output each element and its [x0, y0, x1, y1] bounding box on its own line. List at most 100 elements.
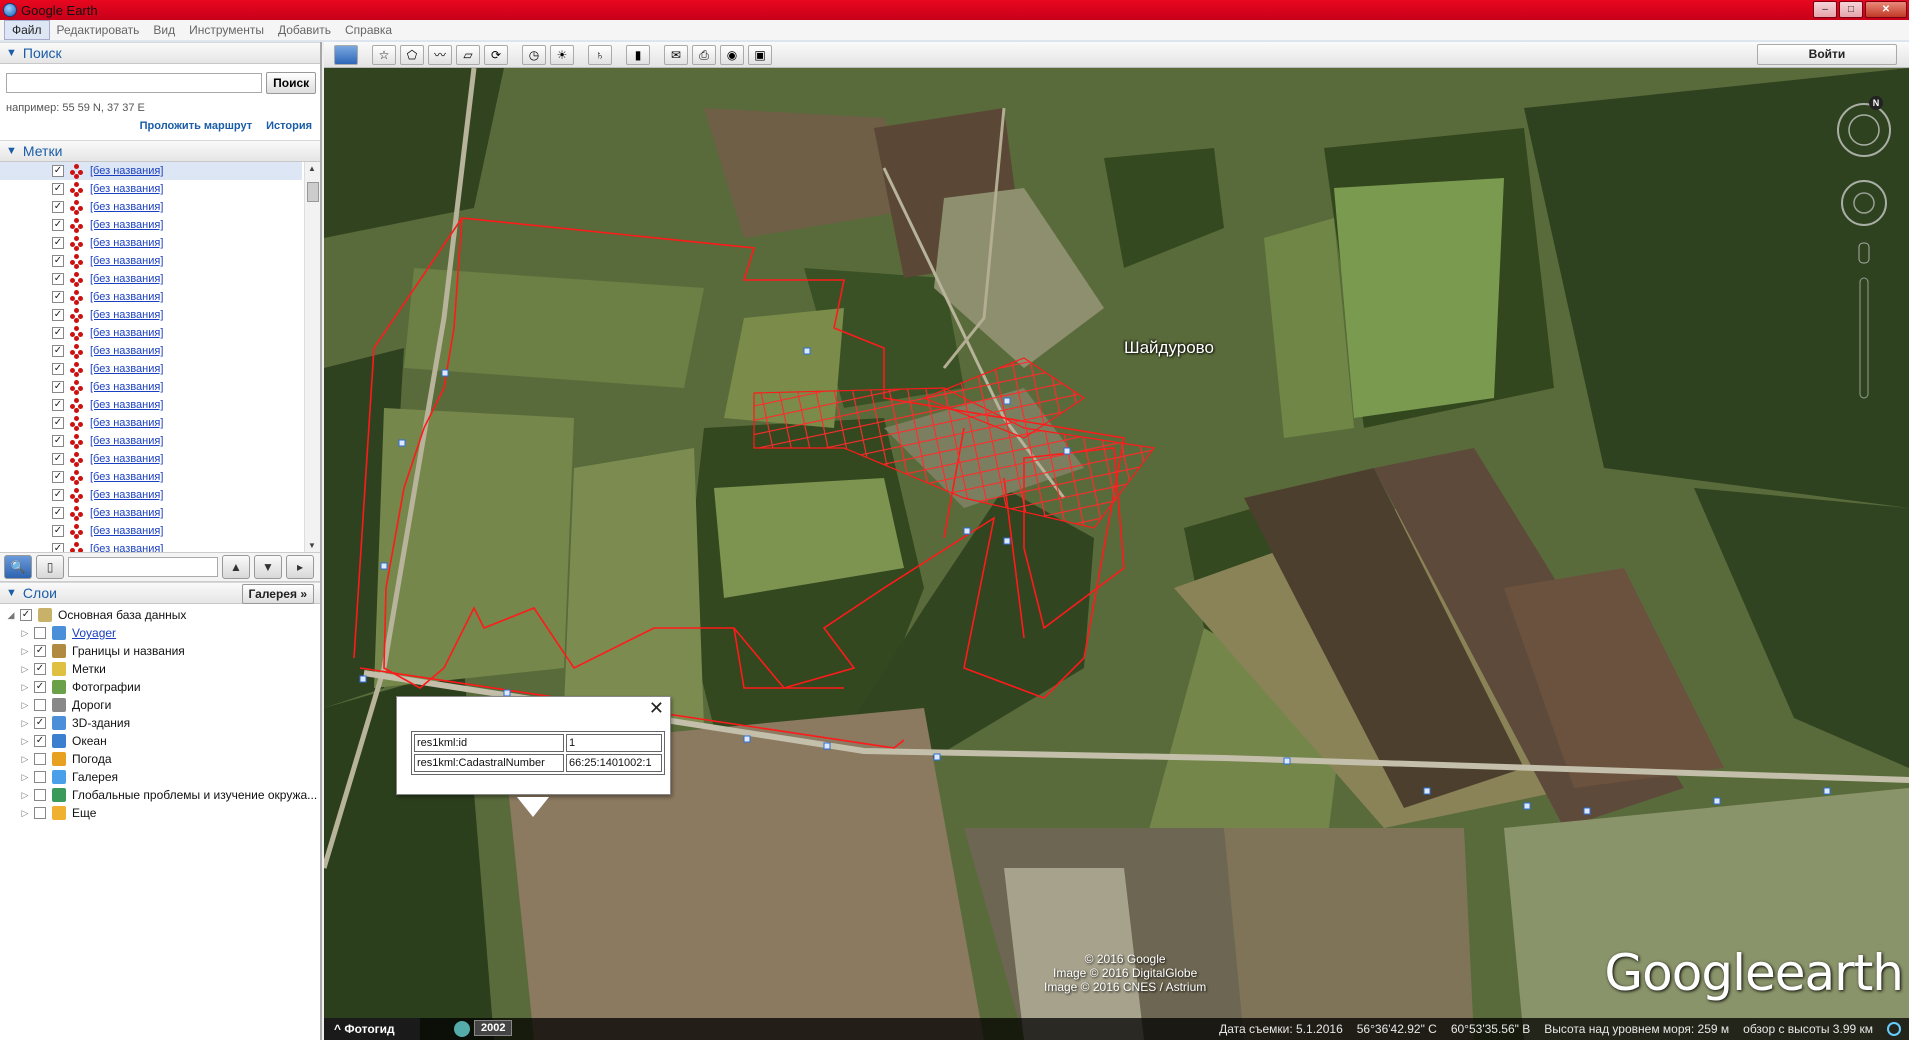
placemark-label[interactable]: [без названия]	[90, 399, 163, 411]
checkbox[interactable]: ✓	[52, 363, 64, 375]
placemark-label[interactable]: [без названия]	[90, 543, 163, 552]
list-item[interactable]: ✓ [без названия]	[0, 504, 302, 522]
checkbox[interactable]: ✓	[52, 345, 64, 357]
list-item[interactable]: ✓ [без названия]	[0, 306, 302, 324]
checkbox[interactable]: ✓	[52, 489, 64, 501]
layer-item[interactable]: ▷ Дороги	[0, 696, 320, 714]
placemark-label[interactable]: [без названия]	[90, 435, 163, 447]
expand-arrow-icon[interactable]: ▷	[20, 790, 30, 801]
balloon-close-icon[interactable]: ✕	[649, 699, 664, 717]
close-button[interactable]: ✕	[1865, 1, 1907, 18]
add-path-icon[interactable]: 〰	[428, 44, 452, 65]
get-directions-link[interactable]: Проложить маршрут	[140, 120, 252, 132]
record-tour-icon[interactable]: ⟳	[484, 44, 508, 65]
expand-arrow-icon[interactable]: ▷	[20, 772, 30, 783]
list-item[interactable]: ✓ [без названия]	[0, 360, 302, 378]
list-item[interactable]: ✓ [без названия]	[0, 198, 302, 216]
list-item[interactable]: ✓ [без названия]	[0, 414, 302, 432]
menu-help[interactable]: Справка	[338, 21, 399, 39]
checkbox[interactable]: ✓	[52, 273, 64, 285]
placemark-label[interactable]: [без названия]	[90, 273, 163, 285]
checkbox[interactable]: ✓	[52, 255, 64, 267]
history-link[interactable]: История	[266, 120, 312, 132]
checkbox[interactable]: ✓	[52, 435, 64, 447]
expand-arrow-icon[interactable]: ▷	[20, 628, 30, 639]
checkbox[interactable]: ✓	[52, 219, 64, 231]
placemark-label[interactable]: [без названия]	[90, 183, 163, 195]
checkbox[interactable]: ✓	[52, 183, 64, 195]
scroll-thumb[interactable]	[307, 182, 319, 202]
list-item[interactable]: ✓ [без названия]	[0, 486, 302, 504]
minimize-button[interactable]: –	[1813, 1, 1837, 18]
expand-arrow-icon[interactable]: ▷	[20, 754, 30, 765]
placemark-label[interactable]: [без названия]	[90, 507, 163, 519]
tour-play-icon[interactable]: ▸	[286, 555, 314, 579]
checkbox[interactable]: ✓	[52, 381, 64, 393]
checkbox[interactable]: ✓	[52, 525, 64, 537]
layer-item[interactable]: ▷ ✓ Фотографии	[0, 678, 320, 696]
checkbox[interactable]: ✓	[52, 291, 64, 303]
layer-checkbox[interactable]: ✓	[20, 609, 32, 621]
placemark-label[interactable]: [без названия]	[90, 237, 163, 249]
list-item[interactable]: ✓ [без названия]	[0, 252, 302, 270]
layers-section-header[interactable]: ▼ Слои Галерея »	[0, 582, 320, 604]
list-item[interactable]: ✓ [без названия]	[0, 342, 302, 360]
search-button[interactable]: Поиск	[266, 72, 316, 94]
sidebar-toggle-icon[interactable]	[334, 44, 358, 65]
menu-file[interactable]: Файл	[4, 20, 50, 40]
list-item[interactable]: ✓ [без названия]	[0, 396, 302, 414]
checkbox[interactable]: ✓	[52, 165, 64, 177]
placemark-label[interactable]: [без названия]	[90, 291, 163, 303]
layer-checkbox[interactable]: ✓	[34, 735, 46, 747]
layer-checkbox[interactable]	[34, 807, 46, 819]
expand-arrow-icon[interactable]: ▷	[20, 682, 30, 693]
expand-arrow-icon[interactable]: ▷	[20, 718, 30, 729]
checkbox[interactable]: ✓	[52, 327, 64, 339]
placemark-label[interactable]: [без названия]	[90, 219, 163, 231]
placemark-label[interactable]: [без названия]	[90, 363, 163, 375]
menu-view[interactable]: Вид	[146, 21, 182, 39]
places-scrollbar[interactable]: ▲ ▼	[304, 162, 320, 552]
checkbox[interactable]: ✓	[52, 543, 64, 552]
placemark-label[interactable]: [без названия]	[90, 165, 163, 177]
list-item[interactable]: ✓ [без названия]	[0, 432, 302, 450]
expand-arrow-icon[interactable]: ▷	[20, 664, 30, 675]
places-tree[interactable]: ✓ [без названия] ✓ [без названия] ✓ [без назв…	[0, 162, 320, 552]
add-polygon-icon[interactable]: ⬠	[400, 44, 424, 65]
layer-checkbox[interactable]: ✓	[34, 717, 46, 729]
checkbox[interactable]: ✓	[52, 417, 64, 429]
menu-edit[interactable]: Редактировать	[50, 21, 147, 39]
list-item[interactable]: ✓ [без названия]	[0, 522, 302, 540]
list-item[interactable]: ✓ [без названия]	[0, 324, 302, 342]
list-item[interactable]: ✓ [без названия]	[0, 216, 302, 234]
email-icon[interactable]: ✉	[664, 44, 688, 65]
layer-item[interactable]: ▷ ✓ Границы и названия	[0, 642, 320, 660]
search-section-header[interactable]: ▼ Поиск	[0, 42, 320, 64]
layer-checkbox[interactable]	[34, 699, 46, 711]
sunlight-icon[interactable]: ☀	[550, 44, 574, 65]
layer-checkbox[interactable]	[34, 627, 46, 639]
layer-item[interactable]: ▷ Еще	[0, 804, 320, 822]
placemark-label[interactable]: [без названия]	[90, 345, 163, 357]
checkbox[interactable]: ✓	[52, 453, 64, 465]
map-viewport[interactable]: ☆ ⬠ 〰 ▱ ⟳ ◷ ☀ ♄ ▮ ✉ ⎙ ◉ ▣ Войти N Шайдур…	[324, 42, 1909, 1040]
scroll-down-arrow-icon[interactable]: ▼	[308, 541, 316, 550]
photo-tour-tab[interactable]: ^ Фотогид	[324, 1018, 420, 1040]
google-maps-icon[interactable]: ◉	[720, 44, 744, 65]
list-item[interactable]: ✓ [без названия]	[0, 270, 302, 288]
layer-checkbox[interactable]	[34, 771, 46, 783]
list-item[interactable]: ✓ [без названия]	[0, 540, 302, 552]
imagery-year-badge[interactable]: 2002	[474, 1020, 513, 1036]
layer-checkbox[interactable]: ✓	[34, 645, 46, 657]
list-item[interactable]: ✓ [без названия]	[0, 468, 302, 486]
layer-checkbox[interactable]: ✓	[34, 681, 46, 693]
layer-checkbox[interactable]	[34, 753, 46, 765]
placemark-label[interactable]: [без названия]	[90, 327, 163, 339]
placemark-label[interactable]: [без названия]	[90, 381, 163, 393]
village-label[interactable]: Шайдурово	[1124, 338, 1214, 358]
list-item[interactable]: ✓ [без названия]	[0, 378, 302, 396]
checkbox[interactable]: ✓	[52, 201, 64, 213]
layer-checkbox[interactable]: ✓	[34, 663, 46, 675]
checkbox[interactable]: ✓	[52, 507, 64, 519]
save-image-icon[interactable]: ▣	[748, 44, 772, 65]
